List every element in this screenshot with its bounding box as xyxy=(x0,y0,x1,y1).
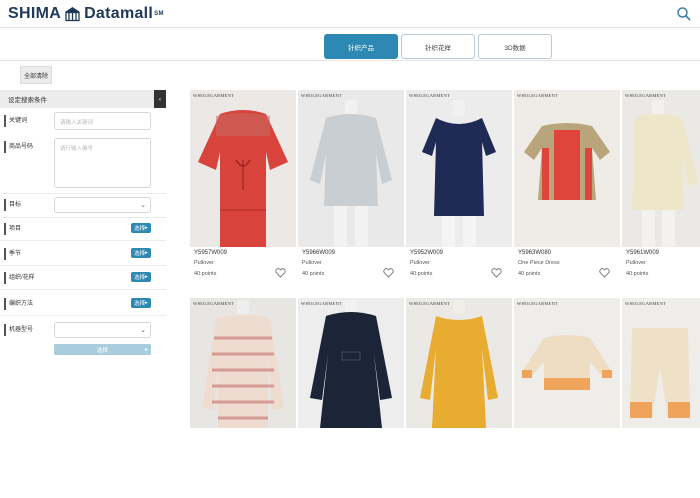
divider xyxy=(0,240,166,241)
keyword-input[interactable]: 请输入关键词 xyxy=(54,112,151,130)
product-card[interactable]: WHOLEGARMENT Y5952W009 Pullover 40 point… xyxy=(406,90,512,290)
product-image: WHOLEGARMENT xyxy=(406,298,512,428)
method-label: 编织方法 xyxy=(4,298,33,310)
tab-3d-data[interactable]: 3D数据 xyxy=(478,34,552,59)
filter-title: 设定搜索条件 xyxy=(8,97,47,104)
divider xyxy=(0,315,166,316)
heart-icon[interactable] xyxy=(491,265,502,278)
logo-text-datamall: Datamall xyxy=(84,5,154,22)
product-code: Y5966W009 xyxy=(302,250,336,256)
brand-label: WHOLEGARMENT xyxy=(409,93,450,98)
product-points: 40 points xyxy=(626,271,649,277)
product-code: Y5952W009 xyxy=(410,250,444,256)
brand-label: WHOLEGARMENT xyxy=(301,301,342,306)
product-card[interactable]: WHOLEGARMENT xyxy=(622,298,700,498)
tab-knit-products[interactable]: 针织产品 xyxy=(324,34,398,59)
keyword-label: 关键词 xyxy=(4,115,27,127)
product-image: WHOLEGARMENT xyxy=(622,298,700,428)
brand-label: WHOLEGARMENT xyxy=(517,93,558,98)
brand-label: WHOLEGARMENT xyxy=(409,301,450,306)
heart-icon[interactable] xyxy=(275,265,286,278)
product-image: WHOLEGARMENT xyxy=(406,90,512,247)
filter-sidebar: 设定搜索条件 ‹ 关键词 请输入关键词 商品号码 请行输入编号 目标 ⌄ 项目 … xyxy=(0,90,166,420)
product-image: WHOLEGARMENT xyxy=(298,90,404,247)
chevron-down-icon: ⌄ xyxy=(140,327,146,334)
logo-text-shima: SHIMA xyxy=(8,5,62,22)
product-image: WHOLEGARMENT xyxy=(190,298,296,428)
machine-label: 机器型号 xyxy=(4,324,33,336)
arrow-right-icon: ▸ xyxy=(144,347,148,353)
logo[interactable]: SHIMA Datamall SM xyxy=(8,5,164,23)
product-no-label: 商品号码 xyxy=(4,141,33,153)
chevron-down-icon: ⌄ xyxy=(140,202,146,209)
product-code: Y5957W009 xyxy=(194,250,228,256)
filter-header: 设定搜索条件 ‹ xyxy=(0,90,166,108)
category-tabs: 针织产品 针织花样 3D数据 xyxy=(324,34,552,59)
divider xyxy=(0,265,166,266)
collapse-sidebar-button[interactable]: ‹ xyxy=(154,90,166,108)
product-card[interactable]: WHOLEGARMENT Y5963W080 One Piece Dress 4… xyxy=(514,90,620,290)
brand-label: WHOLEGARMENT xyxy=(301,93,342,98)
product-image: WHOLEGARMENT xyxy=(514,298,620,428)
product-code: Y5961W009 xyxy=(626,250,660,256)
top-bar: SHIMA Datamall SM xyxy=(0,0,700,28)
product-card[interactable]: WHOLEGARMENT xyxy=(514,298,620,498)
chevron-left-icon: ‹ xyxy=(158,95,162,103)
product-card[interactable]: WHOLEGARMENT xyxy=(298,298,404,498)
product-image: WHOLEGARMENT xyxy=(514,90,620,247)
target-label: 目标 xyxy=(4,199,21,211)
brand-label: WHOLEGARMENT xyxy=(625,301,666,306)
item-select-button[interactable]: 选择 ▸ xyxy=(131,223,151,233)
search-icon[interactable] xyxy=(676,6,692,22)
product-image: WHOLEGARMENT xyxy=(622,90,700,247)
building-icon xyxy=(64,6,81,22)
product-card[interactable]: WHOLEGARMENT Y5966W009 Pullover 40 point… xyxy=(298,90,404,290)
divider xyxy=(0,217,166,218)
clear-all-button[interactable]: 全部清除 xyxy=(20,66,52,84)
select-label: 选择 xyxy=(134,301,146,307)
heart-icon[interactable] xyxy=(599,265,610,278)
product-card[interactable]: WHOLEGARMENT Y5961W009 Pullover 40 point… xyxy=(622,90,700,290)
select-button-label: 选择 xyxy=(96,347,108,354)
brand-label: WHOLEGARMENT xyxy=(193,93,234,98)
select-label: 选择 xyxy=(134,226,146,232)
brand-label: WHOLEGARMENT xyxy=(625,93,666,98)
logo-mark: SM xyxy=(154,11,164,17)
product-meta: Y5961W009 Pullover 40 points xyxy=(626,250,700,281)
season-label: 季节 xyxy=(4,248,21,260)
product-code: Y5963W080 xyxy=(518,250,552,256)
heart-icon[interactable] xyxy=(383,265,394,278)
item-label: 项目 xyxy=(4,223,21,235)
divider xyxy=(0,60,700,61)
brand-label: WHOLEGARMENT xyxy=(193,301,234,306)
target-select[interactable]: ⌄ xyxy=(54,197,151,213)
machine-select[interactable]: ⌄ xyxy=(54,322,151,338)
select-label: 选择 xyxy=(134,251,146,257)
divider xyxy=(0,193,166,194)
select-label: 选择 xyxy=(134,275,146,281)
product-no-textarea[interactable]: 请行输入编号 xyxy=(54,138,151,188)
season-select-button[interactable]: 选择 ▸ xyxy=(131,248,151,258)
brand-label: WHOLEGARMENT xyxy=(517,301,558,306)
product-image: WHOLEGARMENT xyxy=(298,298,404,428)
tab-knit-patterns[interactable]: 针织花样 xyxy=(401,34,475,59)
product-card[interactable]: WHOLEGARMENT xyxy=(190,298,296,498)
structure-label: 组织/花样 xyxy=(4,272,35,284)
product-card[interactable]: WHOLEGARMENT Y5957W009 Pullover 40 point… xyxy=(190,90,296,290)
machine-select-button[interactable]: 选择 ▸ xyxy=(54,344,151,355)
product-image: WHOLEGARMENT xyxy=(190,90,296,247)
divider xyxy=(0,289,166,290)
structure-select-button[interactable]: 选择 ▸ xyxy=(131,272,151,282)
product-card[interactable]: WHOLEGARMENT xyxy=(406,298,512,498)
method-select-button[interactable]: 选择 ▸ xyxy=(131,298,151,308)
product-type: Pullover xyxy=(626,260,646,266)
